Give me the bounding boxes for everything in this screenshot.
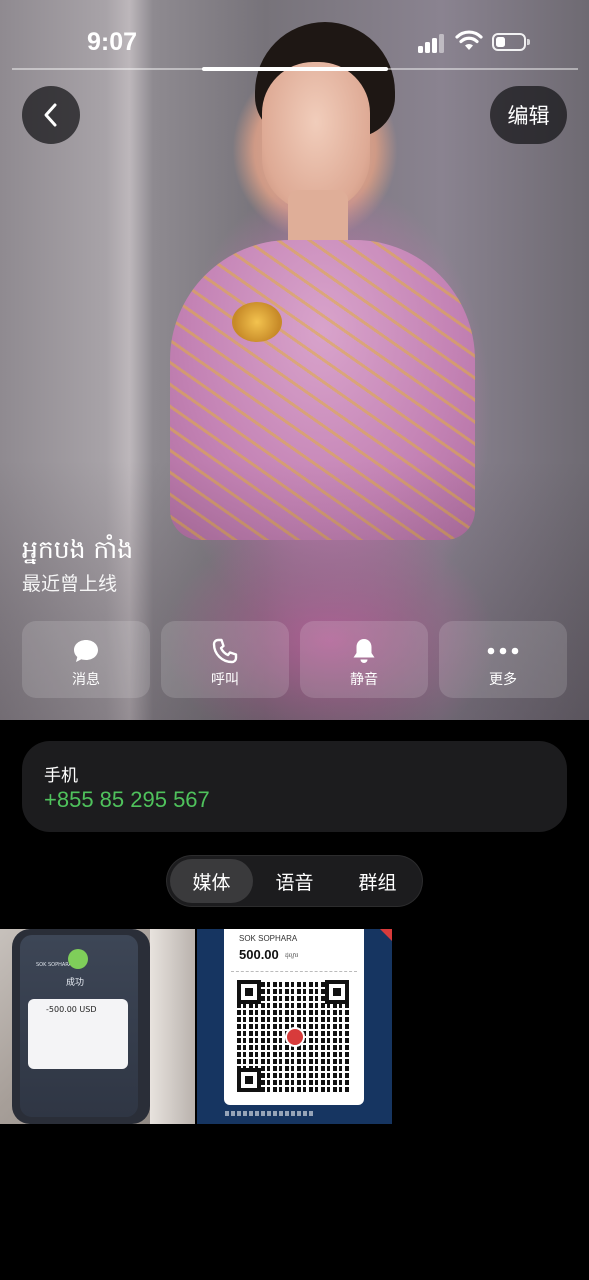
contact-name: អ្នកបង កាំង (22, 535, 134, 564)
media-tabs: 媒体 语音 群组 (166, 855, 423, 907)
tab-voice[interactable]: 语音 (253, 859, 336, 903)
qr-account-name: SOK SOPHARA (239, 934, 298, 943)
thumb-amount: -500.00 USD (46, 1005, 97, 1014)
message-bubble-icon (74, 640, 98, 662)
call-button[interactable]: 呼叫 (161, 621, 289, 698)
thumb-background (150, 929, 195, 1124)
phone-icon (212, 638, 238, 664)
action-row: 消息 呼叫 静音 更多 (22, 621, 567, 698)
media-thumbnail[interactable]: SOK SOPHARA 成功 -500.00 USD (0, 929, 195, 1124)
success-check-icon (68, 949, 88, 969)
contact-last-seen: 最近曾上线 (22, 573, 118, 595)
qr-amount: 500.00 (239, 947, 279, 962)
qr-currency: ដុល្លារ (285, 952, 299, 959)
message-button[interactable]: 消息 (22, 621, 150, 698)
qr-bank-logo-icon (285, 1027, 305, 1047)
edit-button[interactable]: 编辑 (490, 86, 567, 144)
mute-label: 静音 (350, 672, 378, 688)
qr-corner-flag (380, 929, 392, 941)
call-label: 呼叫 (211, 672, 239, 688)
qr-finder-pattern (325, 980, 349, 1004)
wifi-icon (455, 30, 483, 50)
status-time: 9:07 (87, 28, 138, 56)
more-label: 更多 (489, 672, 517, 688)
battery-cap (527, 39, 530, 45)
tab-groups[interactable]: 群组 (336, 859, 419, 903)
profile-photo-necklace (232, 302, 282, 342)
photo-pager-indicator[interactable] (202, 67, 388, 71)
bell-icon (353, 639, 375, 663)
phone-label: 手机 (44, 766, 78, 786)
more-dots-icon (487, 647, 519, 655)
back-button[interactable] (22, 86, 80, 144)
battery-icon (492, 33, 526, 51)
phone-card[interactable]: 手机 +855 85 295 567 (22, 741, 567, 832)
phone-number[interactable]: +855 85 295 567 (44, 787, 210, 813)
qr-finder-pattern (237, 1068, 261, 1092)
thumb-account-name: SOK SOPHARA (36, 962, 72, 968)
message-label: 消息 (72, 672, 100, 688)
qr-footer-text (225, 1111, 315, 1116)
more-button[interactable]: 更多 (439, 621, 567, 698)
signal-icon (418, 33, 446, 53)
qr-divider (231, 971, 357, 972)
thumb-success-text: 成功 (66, 978, 85, 988)
profile-header: 9:07 编辑 អ្នកបង កាំង 最近曾上线 消息 呼叫 静音 更多 (0, 0, 589, 720)
status-bar: 9:07 (0, 0, 589, 80)
mute-button[interactable]: 静音 (300, 621, 428, 698)
tab-media[interactable]: 媒体 (170, 859, 253, 903)
media-thumbnail[interactable]: SOK SOPHARA 500.00 ដុល្លារ (197, 929, 392, 1124)
qr-finder-pattern (237, 980, 261, 1004)
chevron-left-icon (44, 103, 57, 127)
